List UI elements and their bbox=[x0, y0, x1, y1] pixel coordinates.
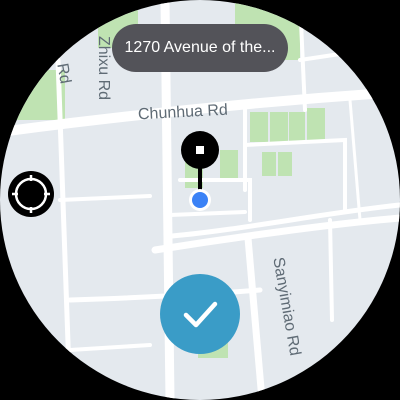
recenter-button[interactable] bbox=[8, 171, 54, 217]
address-pill[interactable]: 1270 Avenue of the... bbox=[112, 24, 288, 72]
crosshair-icon bbox=[12, 175, 50, 213]
confirm-button[interactable] bbox=[160, 274, 240, 354]
street-label-zhixu: Zhixu Rd bbox=[95, 36, 112, 101]
watch-screen: Chunhua Rd Zhixu Rd Sanyimiao Rd Rd 1270… bbox=[0, 0, 400, 400]
street-label-rd: Rd bbox=[53, 62, 74, 86]
checkmark-icon bbox=[183, 301, 218, 328]
